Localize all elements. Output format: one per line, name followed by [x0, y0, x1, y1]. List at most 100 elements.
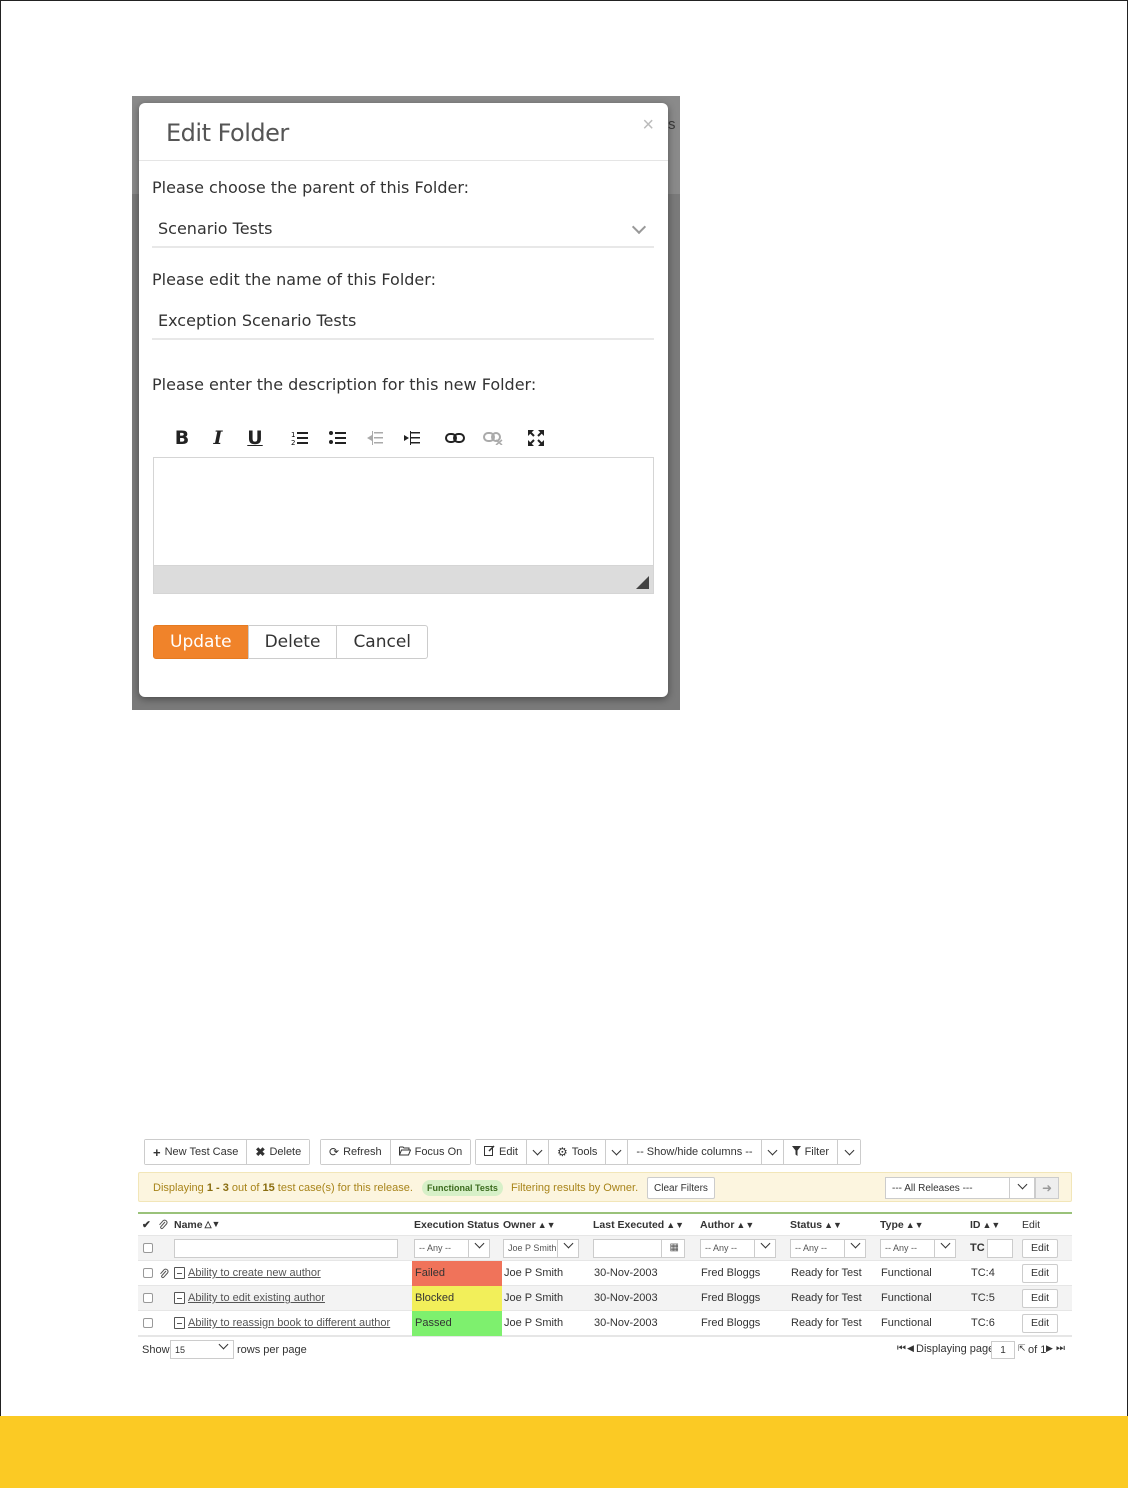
owner-filter-value: Joe P Smith [508, 1243, 557, 1253]
table-row: Ability to edit existing author Blocked … [138, 1285, 1072, 1311]
edit-button[interactable]: Edit [476, 1140, 527, 1164]
test-case-link[interactable]: Ability to reassign book to different au… [188, 1317, 390, 1329]
clear-filters-button[interactable]: Clear Filters [647, 1177, 715, 1199]
column-author-label: Author [700, 1218, 735, 1231]
svg-text:1: 1 [291, 431, 295, 439]
tools-dropdown-button[interactable] [606, 1140, 629, 1164]
link-icon[interactable] [443, 425, 467, 451]
release-select[interactable]: --- All Releases --- [885, 1177, 1035, 1199]
refresh-icon: ⟳ [329, 1145, 340, 1159]
next-page-icon[interactable]: ▶ [1046, 1343, 1053, 1354]
filter-button[interactable]: Filter [783, 1140, 839, 1164]
author-filter[interactable]: -- Any -- [700, 1238, 776, 1258]
folder-name-input[interactable]: Exception Scenario Tests [152, 304, 654, 340]
bullet-list-icon[interactable] [327, 425, 349, 451]
sort-icon[interactable]: ▲▼ [983, 1220, 1001, 1230]
delete-button[interactable]: Delete [247, 625, 338, 659]
indent-icon[interactable] [401, 425, 423, 451]
column-id[interactable]: ID ▲▼ [970, 1214, 1000, 1235]
execution-status-filter[interactable]: -- Any -- [414, 1238, 490, 1258]
unlink-icon[interactable] [481, 425, 505, 451]
checkbox[interactable] [143, 1318, 153, 1328]
outdent-icon[interactable] [364, 425, 386, 451]
background-text: s [668, 116, 676, 133]
chevron-down-icon [844, 1145, 854, 1155]
filter-edit-button[interactable]: Edit [1022, 1238, 1059, 1258]
calendar-icon[interactable]: ▦ [670, 1242, 679, 1253]
row-checkbox[interactable] [143, 1261, 153, 1285]
tools-button[interactable]: ⚙ Tools [548, 1140, 607, 1164]
checkbox[interactable] [143, 1243, 153, 1253]
row-checkbox[interactable] [143, 1286, 153, 1310]
new-test-case-label: New Test Case [164, 1146, 239, 1158]
last-page-icon[interactable]: ⏭ [1056, 1343, 1065, 1354]
refresh-button[interactable]: ⟳ Refresh [321, 1140, 391, 1164]
first-page-icon[interactable]: ⏮ [897, 1343, 906, 1354]
id-filter-input[interactable] [986, 1238, 1013, 1258]
column-author[interactable]: Author ▲▼ [700, 1214, 754, 1235]
column-status-label: Status [790, 1218, 823, 1231]
go-page-icon[interactable]: ⇱ [1018, 1343, 1026, 1354]
arrow-right-icon[interactable]: ➜ [1035, 1177, 1059, 1199]
chevron-down-icon [532, 1145, 543, 1155]
underline-icon[interactable]: U [246, 425, 264, 451]
filter-row-checkbox[interactable] [143, 1236, 153, 1260]
dialog-header: Edit Folder × [139, 103, 668, 161]
sort-icon[interactable]: ▲▼ [906, 1220, 924, 1230]
row-edit-button[interactable]: Edit [1022, 1313, 1059, 1333]
previous-page-icon[interactable]: ◀ [907, 1343, 914, 1354]
column-name[interactable]: Name △▼ [174, 1214, 220, 1235]
name-filter-input[interactable] [174, 1238, 398, 1258]
checkbox[interactable] [143, 1268, 153, 1278]
editor-status-bar [153, 566, 654, 594]
column-type[interactable]: Type ▲▼ [880, 1214, 924, 1235]
sort-icon[interactable]: ▲▼ [824, 1220, 842, 1230]
filter-dropdown-button[interactable] [838, 1140, 861, 1164]
test-case-grid: ✔ Name △▼ Execution Status Owner ▲▼ Last E… [138, 1212, 1072, 1336]
column-last-executed[interactable]: Last Executed ▲▼ [593, 1214, 684, 1235]
fullscreen-icon[interactable] [525, 425, 547, 451]
author-cell: Fred Bloggs [701, 1317, 761, 1329]
cancel-button[interactable]: Cancel [336, 625, 429, 659]
new-test-case-button[interactable]: + New Test Case [145, 1140, 248, 1164]
edit-dropdown-button[interactable] [526, 1140, 549, 1164]
rich-text-toolbar: B I U 12 [159, 425, 559, 453]
delete-test-case-button[interactable]: ✖ Delete [247, 1140, 310, 1164]
close-icon[interactable]: × [642, 115, 654, 135]
parent-folder-select[interactable]: Scenario Tests [152, 212, 654, 248]
sort-icon[interactable]: ▲▼ [666, 1220, 684, 1230]
chevron-down-icon [940, 1238, 951, 1248]
check-all-icon[interactable]: ✔ [142, 1214, 151, 1235]
italic-icon[interactable]: I [209, 425, 227, 451]
row-edit-button[interactable]: Edit [1022, 1288, 1059, 1308]
bold-icon[interactable]: B [173, 425, 191, 451]
checkbox[interactable] [143, 1293, 153, 1303]
sort-icon[interactable]: ▲▼ [736, 1220, 754, 1230]
ordered-list-icon[interactable]: 12 [289, 425, 311, 451]
show-hide-dropdown-button[interactable] [761, 1140, 784, 1164]
owner-filter[interactable]: Joe P Smith [503, 1238, 579, 1258]
page-number-input[interactable]: 1 [991, 1341, 1015, 1359]
resize-handle-icon[interactable] [636, 576, 649, 589]
last-executed-filter[interactable]: ▦ [593, 1238, 685, 1258]
status-filter[interactable]: -- Any -- [790, 1238, 866, 1258]
edit-cell: Edit [1022, 1311, 1059, 1335]
column-status[interactable]: Status ▲▼ [790, 1214, 842, 1235]
test-case-icon [174, 1292, 185, 1304]
description-editor[interactable] [153, 457, 654, 566]
pager-row: Show 15 rows per page ⏮ ◀ Displaying pag… [138, 1336, 1072, 1362]
test-case-link[interactable]: Ability to create new author [188, 1267, 321, 1279]
sort-icon[interactable]: △▼ [205, 1219, 221, 1230]
focus-on-button[interactable]: Focus On [390, 1140, 471, 1164]
footer-bar [0, 1416, 1128, 1488]
type-filter[interactable]: -- Any -- [880, 1238, 956, 1258]
row-edit-button[interactable]: Edit [1022, 1263, 1059, 1283]
update-button[interactable]: Update [153, 625, 249, 659]
rows-per-page-select[interactable]: 15 [170, 1339, 234, 1359]
sort-icon[interactable]: ▲▼ [538, 1220, 556, 1230]
show-hide-columns-select[interactable]: -- Show/hide columns -- [628, 1140, 762, 1164]
column-owner[interactable]: Owner ▲▼ [503, 1214, 556, 1235]
test-case-link[interactable]: Ability to edit existing author [188, 1292, 325, 1304]
name-cell: Ability to edit existing author [174, 1286, 325, 1310]
row-checkbox[interactable] [143, 1311, 153, 1335]
